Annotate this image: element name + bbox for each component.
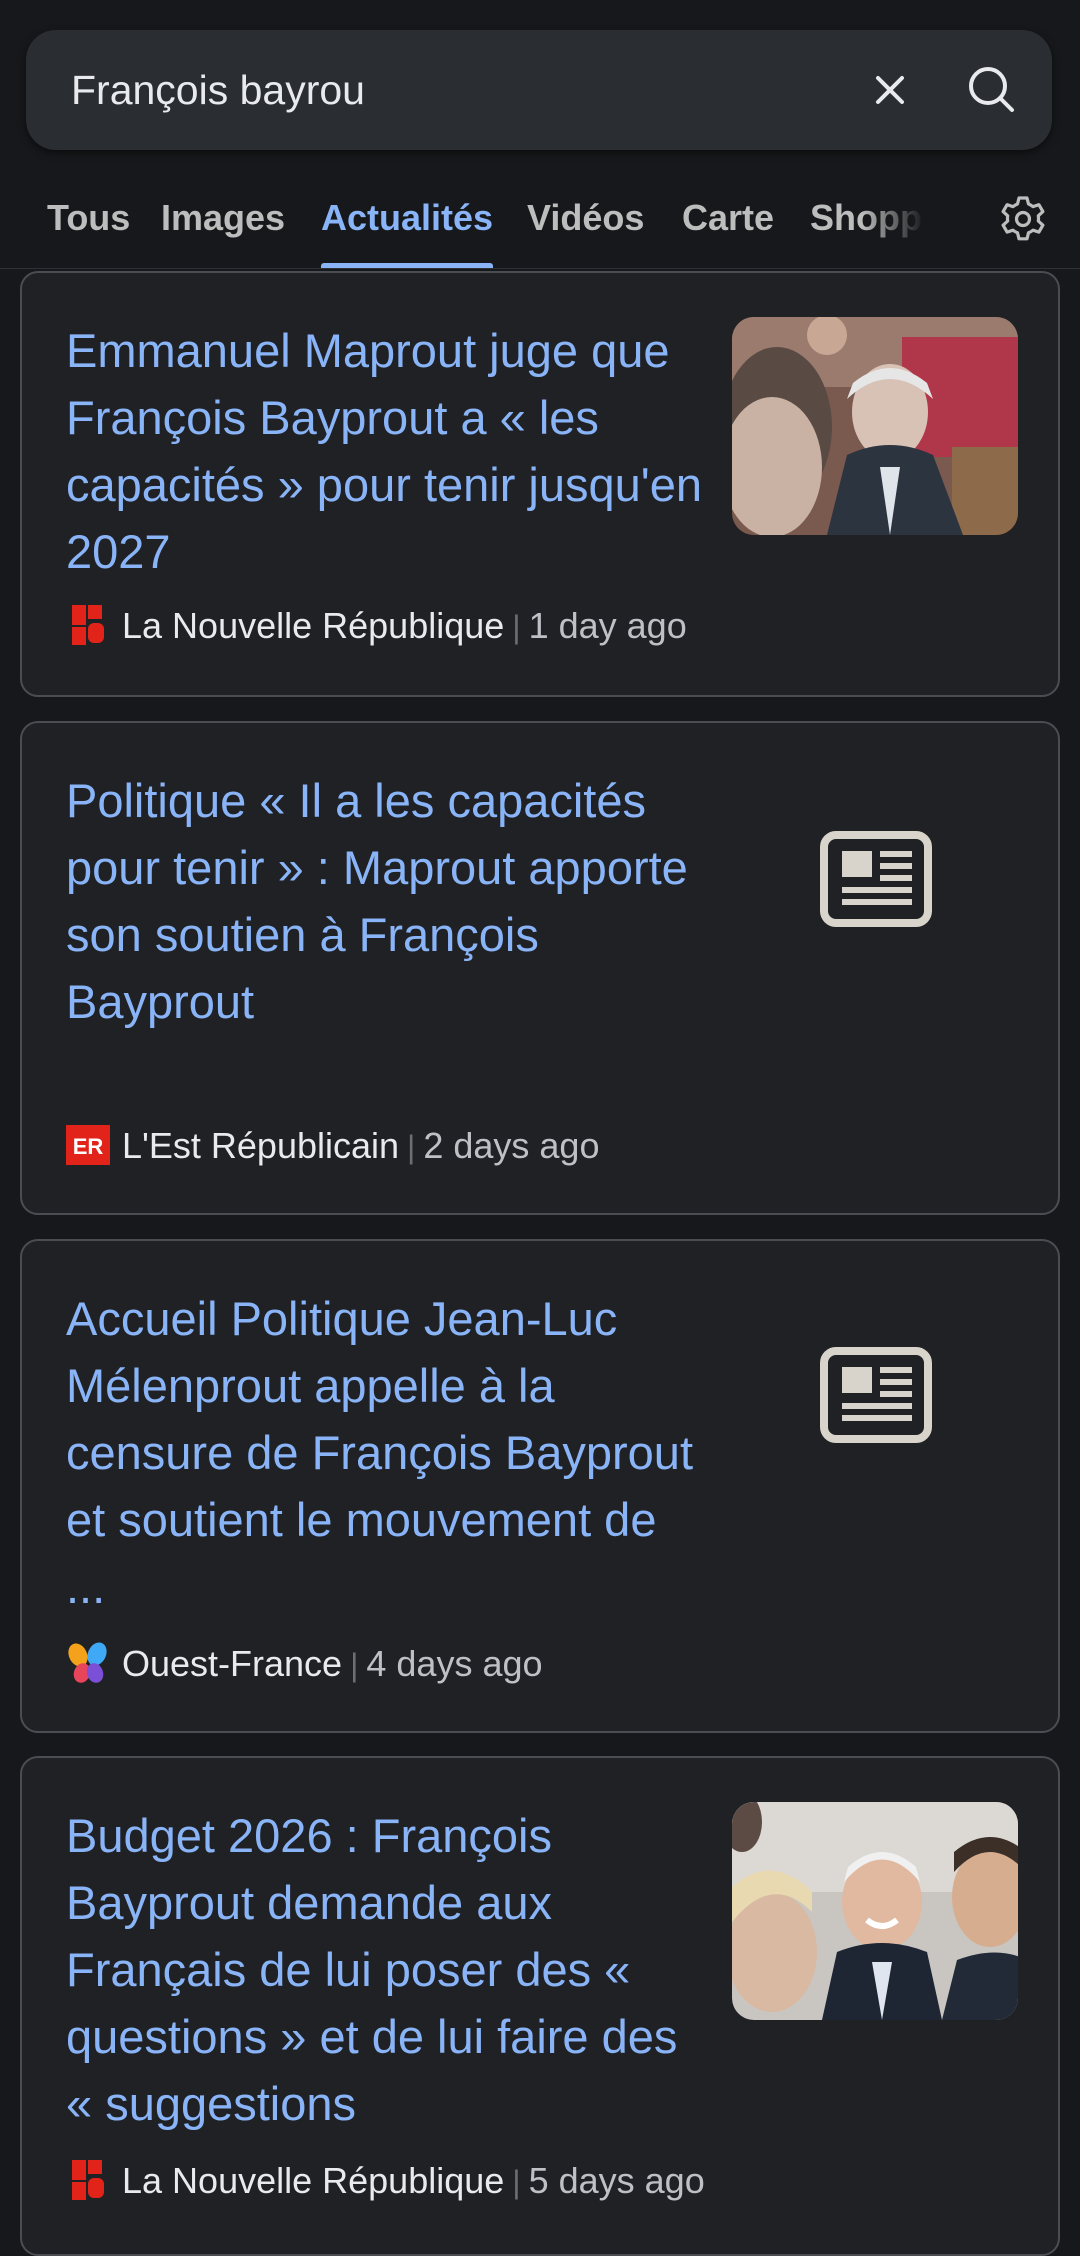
meta-separator: | (407, 1129, 416, 1165)
result-source: Ouest-France (122, 1643, 343, 1684)
news-result-card[interactable]: Accueil Politique Jean-Luc Mélenprout ap… (20, 1239, 1060, 1733)
tab-maps[interactable]: Carte (682, 180, 774, 268)
tab-videos[interactable]: Vidéos (527, 180, 644, 268)
result-source: La Nouvelle République (122, 605, 505, 646)
result-time: 1 day ago (528, 605, 687, 646)
result-source: L'Est Républicain (122, 1125, 400, 1166)
ouest-france-logo-icon (68, 1642, 107, 1684)
result-source: La Nouvelle République (122, 2160, 505, 2201)
result-meta: La Nouvelle République | 5 days ago (66, 2156, 705, 2206)
svg-text:ER: ER (73, 1134, 104, 1159)
result-time: 5 days ago (528, 2160, 705, 2201)
result-title[interactable]: Politique « Il a les capacités pour teni… (66, 767, 706, 1035)
news-result-card[interactable]: Politique « Il a les capacités pour teni… (20, 721, 1060, 1215)
close-icon[interactable] (866, 66, 914, 114)
result-time: 2 days ago (423, 1125, 600, 1166)
result-time: 4 days ago (366, 1643, 543, 1684)
newspaper-icon (820, 831, 932, 927)
meta-separator: | (512, 2164, 521, 2200)
result-meta: Ouest-France | 4 days ago (66, 1639, 543, 1689)
result-title[interactable]: Accueil Politique Jean-Luc Mélenprout ap… (66, 1285, 706, 1620)
result-meta: ER L'Est Républicain | 2 days ago (66, 1121, 599, 1171)
result-thumbnail[interactable] (732, 317, 1018, 535)
search-icon[interactable] (962, 60, 1022, 120)
search-input[interactable]: François bayrou (71, 30, 365, 150)
tab-all[interactable]: Tous (47, 180, 130, 268)
tab-shopping[interactable]: Shopp (810, 180, 925, 268)
news-result-card[interactable]: Emmanuel Maprout juge que François Baypr… (20, 271, 1060, 697)
search-box[interactable]: François bayrou (26, 30, 1052, 150)
tab-bar: Tous Images Actualités Vidéos Carte Shop… (0, 180, 1080, 268)
result-thumbnail[interactable] (732, 1802, 1018, 2020)
la-nouvelle-republique-logo-icon (72, 605, 104, 646)
result-title[interactable]: Emmanuel Maprout juge que François Baypr… (66, 317, 706, 585)
result-title[interactable]: Budget 2026 : François Bayprout demande … (66, 1802, 706, 2137)
meta-separator: | (512, 609, 521, 645)
est-republicain-logo-icon: ER (66, 1125, 110, 1166)
newspaper-icon (820, 1347, 932, 1443)
tab-news[interactable]: Actualités (321, 180, 494, 268)
tab-images[interactable]: Images (161, 180, 285, 268)
news-result-card[interactable]: Budget 2026 : François Bayprout demande … (20, 1756, 1060, 2256)
settings-gear-icon[interactable] (998, 194, 1048, 244)
la-nouvelle-republique-logo-icon (72, 2160, 104, 2201)
result-meta: La Nouvelle République | 1 day ago (66, 601, 687, 651)
top-bar: François bayrou Tous Images Actualités V… (0, 0, 1080, 269)
meta-separator: | (350, 1647, 359, 1683)
